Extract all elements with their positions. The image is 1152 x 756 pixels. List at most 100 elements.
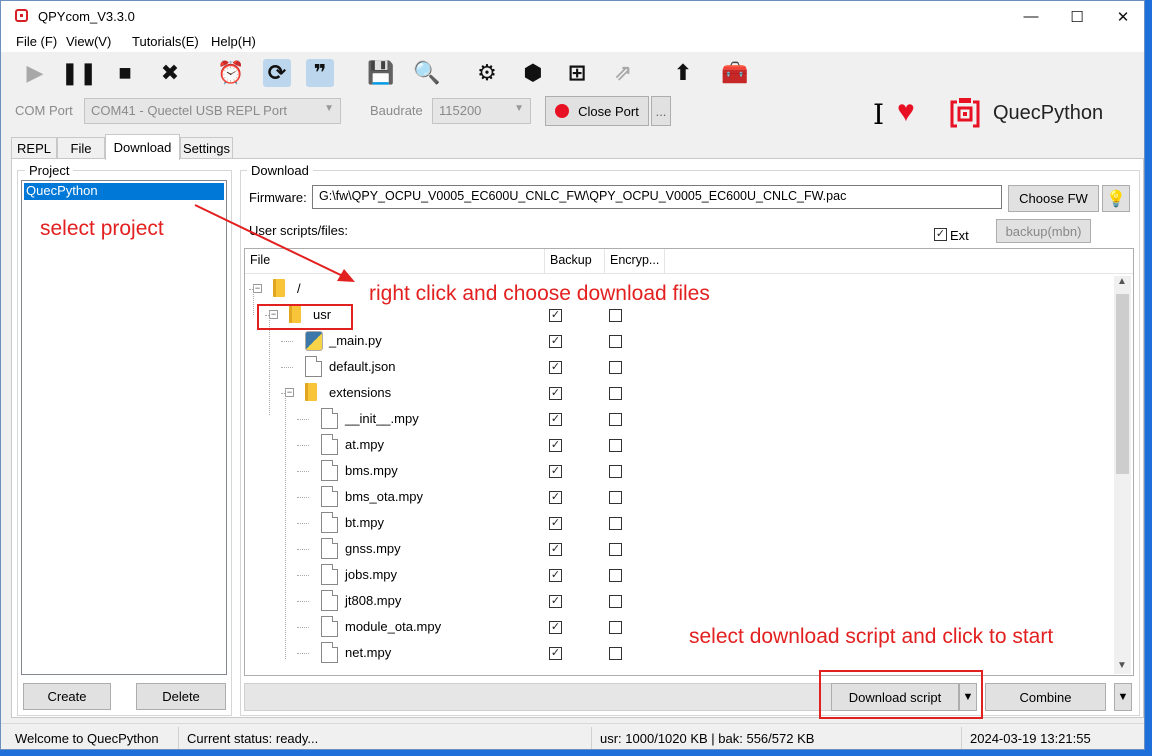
repl-icon[interactable]: ⟳ [263, 59, 291, 87]
backup-checkbox[interactable]: ✓ [549, 517, 562, 530]
maximize-button[interactable]: ☐ [1054, 1, 1100, 32]
close-port-button[interactable]: Close Port [545, 96, 649, 126]
backup-checkbox[interactable]: ✓ [549, 543, 562, 556]
encrypt-checkbox[interactable] [609, 465, 622, 478]
close-window-button[interactable]: ✕ [1100, 1, 1144, 32]
annotation-box-download [819, 670, 983, 719]
choose-fw-button[interactable]: Choose FW [1008, 185, 1099, 212]
encrypt-checkbox[interactable] [609, 439, 622, 452]
search-icon[interactable]: 🔍 [413, 59, 441, 87]
stop-icon[interactable]: ■ [111, 59, 139, 87]
tree-scrollbar[interactable]: ▲ ▼ [1114, 276, 1131, 674]
tree-row[interactable]: jobs.mpy ✓ [245, 562, 1115, 588]
combine-dropdown-button[interactable]: ▼ [1114, 683, 1132, 711]
tree-row[interactable]: gnss.mpy ✓ [245, 536, 1115, 562]
file-icon [321, 486, 338, 507]
backup-checkbox[interactable]: ✓ [549, 335, 562, 348]
encrypt-checkbox[interactable] [609, 595, 622, 608]
ext-checkbox[interactable]: ✓ [934, 228, 947, 241]
tab-repl[interactable]: REPL [11, 137, 57, 159]
tree-row[interactable]: bms_ota.mpy ✓ [245, 484, 1115, 510]
port-options-button[interactable]: ... [651, 96, 671, 126]
menu-file[interactable]: File (F) [16, 34, 57, 49]
tree-row[interactable]: _main.py ✓ [245, 328, 1115, 354]
project-item-quecpython[interactable]: QuecPython [24, 183, 224, 200]
column-backup[interactable]: Backup [545, 249, 605, 274]
tree-row[interactable]: − extensions ✓ [245, 380, 1115, 406]
tree-item-name: at.mpy [345, 437, 385, 452]
column-encrypt[interactable]: Encryp... [605, 249, 665, 274]
tree-row[interactable]: bms.mpy ✓ [245, 458, 1115, 484]
encrypt-checkbox[interactable] [609, 647, 622, 660]
tab-file[interactable]: File [57, 137, 105, 159]
backup-checkbox[interactable]: ✓ [549, 569, 562, 582]
backup-checkbox[interactable]: ✓ [549, 439, 562, 452]
collapse-icon[interactable]: − [285, 388, 294, 397]
tree-row[interactable]: bt.mpy ✓ [245, 510, 1115, 536]
backup-checkbox[interactable]: ✓ [549, 413, 562, 426]
text-cursor-icon: I [873, 98, 885, 131]
pause-icon[interactable]: ❚❚ [61, 59, 98, 87]
play-icon[interactable]: ▶ [21, 59, 49, 87]
tree-row[interactable]: at.mpy ✓ [245, 432, 1115, 458]
annotation-right-click: right click and choose download files [369, 282, 710, 305]
encrypt-checkbox[interactable] [609, 413, 622, 426]
tab-settings[interactable]: Settings [180, 137, 233, 159]
timer-icon[interactable]: ⏰ [217, 59, 245, 87]
tab-download[interactable]: Download [105, 134, 180, 160]
encrypt-checkbox[interactable] [609, 621, 622, 634]
tree-row[interactable]: default.json ✓ [245, 354, 1115, 380]
status-time: 2024-03-19 13:21:55 [970, 731, 1091, 746]
cube-icon[interactable]: ⬢ [519, 59, 547, 87]
backup-checkbox[interactable]: ✓ [549, 621, 562, 634]
menu-view[interactable]: View(V) [66, 34, 111, 49]
quote-icon[interactable]: ❞ [306, 59, 334, 87]
backup-checkbox[interactable]: ✓ [549, 387, 562, 400]
encrypt-checkbox[interactable] [609, 387, 622, 400]
export-icon[interactable]: ⇗ [609, 59, 637, 87]
encrypt-checkbox[interactable] [609, 335, 622, 348]
backup-mbn-button[interactable]: backup(mbn) [996, 219, 1091, 243]
menu-help[interactable]: Help(H) [211, 34, 256, 49]
scroll-down-icon[interactable]: ▼ [1117, 660, 1127, 671]
encrypt-checkbox[interactable] [609, 569, 622, 582]
backup-checkbox[interactable]: ✓ [549, 491, 562, 504]
encrypt-checkbox[interactable] [609, 309, 622, 322]
toolbox-icon[interactable]: 🧰 [721, 59, 749, 87]
baudrate-value: 115200 [439, 103, 482, 118]
gear-icon[interactable]: ⚙ [473, 59, 501, 87]
encrypt-checkbox[interactable] [609, 517, 622, 530]
backup-checkbox[interactable]: ✓ [549, 309, 562, 322]
delete-project-button[interactable]: Delete [136, 683, 226, 710]
com-port-value: COM41 - Quectel USB REPL Port [91, 103, 288, 118]
save-icon[interactable]: 💾 [367, 59, 395, 87]
tree-item-name: net.mpy [345, 645, 392, 660]
add-icon[interactable]: ⊞ [563, 59, 591, 87]
upload-icon[interactable]: ⬆ [669, 59, 697, 87]
encrypt-checkbox[interactable] [609, 491, 622, 504]
clear-icon[interactable]: ✖ [156, 59, 184, 87]
lightbulb-icon[interactable]: 💡 [1102, 185, 1130, 212]
tree-row[interactable]: jt808.mpy ✓ [245, 588, 1115, 614]
backup-checkbox[interactable]: ✓ [549, 647, 562, 660]
minimize-button[interactable]: — [1008, 1, 1054, 32]
close-port-label: Close Port [578, 103, 639, 119]
script-file-tree[interactable]: File Backup Encryp... − / − usr ✓ _main.py ✓ de… [244, 248, 1134, 676]
backup-checkbox[interactable]: ✓ [549, 361, 562, 374]
com-port-select[interactable]: COM41 - Quectel USB REPL Port ▼ [84, 98, 341, 124]
tree-row[interactable]: __init__.mpy ✓ [245, 406, 1115, 432]
scrollbar-thumb[interactable] [1116, 294, 1129, 474]
menu-tutorials[interactable]: Tutorials(E) [132, 34, 199, 49]
combine-button[interactable]: Combine [985, 683, 1106, 711]
scroll-up-icon[interactable]: ▲ [1117, 276, 1127, 287]
firmware-path-input[interactable]: G:\fw\QPY_OCPU_V0005_EC600U_CNLC_FW\QPY_… [312, 185, 1002, 209]
baudrate-select[interactable]: 115200 ▼ [432, 98, 531, 124]
tree-item-name: extensions [329, 385, 392, 400]
encrypt-checkbox[interactable] [609, 543, 622, 556]
backup-checkbox[interactable]: ✓ [549, 465, 562, 478]
backup-checkbox[interactable]: ✓ [549, 595, 562, 608]
heart-icon[interactable]: ♥ [897, 95, 915, 129]
encrypt-checkbox[interactable] [609, 361, 622, 374]
annotation-select-download: select download script and click to star… [689, 625, 1054, 648]
create-project-button[interactable]: Create [23, 683, 111, 710]
